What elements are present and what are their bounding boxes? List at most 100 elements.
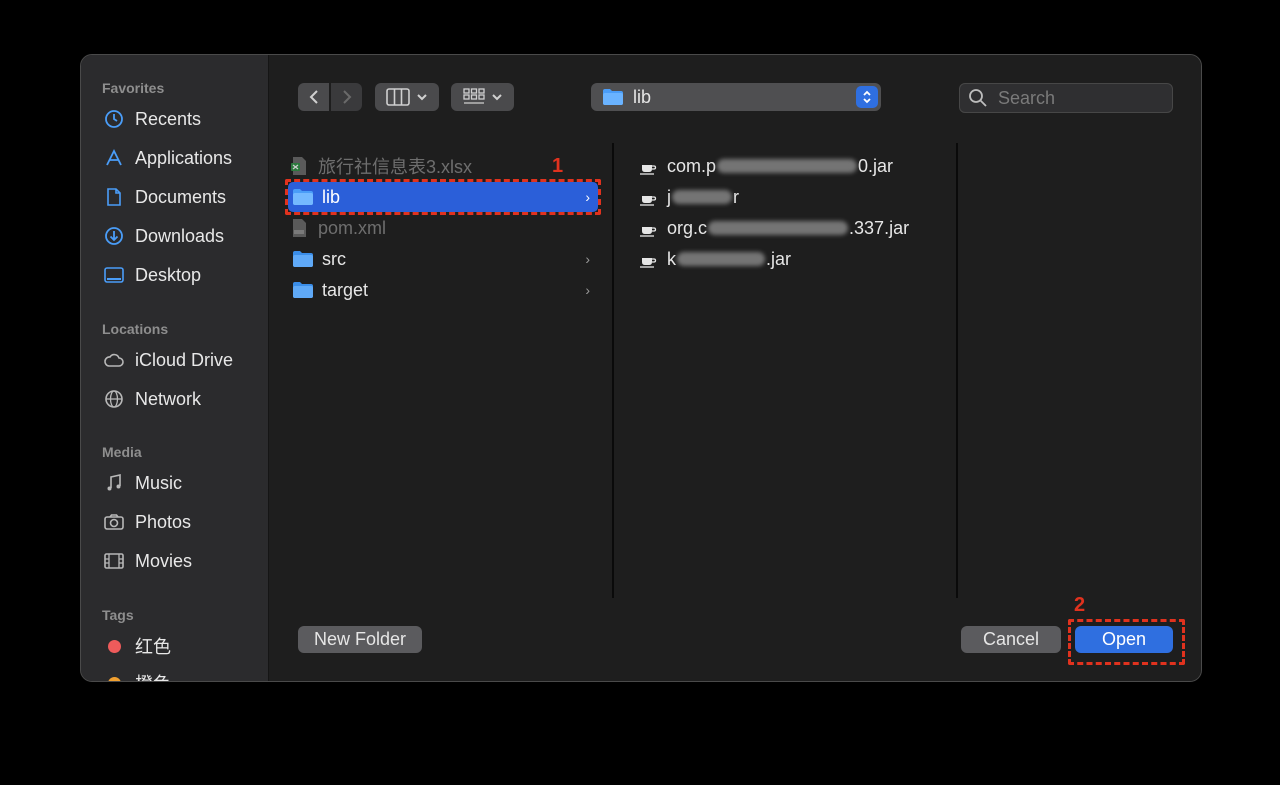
redacted-text: [708, 221, 849, 235]
tags-heading: Tags: [102, 607, 134, 623]
sidebar-item-label: Recents: [135, 108, 202, 129]
file-name-prefix: com.p: [667, 155, 717, 176]
java-cup-icon: [640, 196, 657, 206]
applications-icon: [106, 148, 122, 166]
sidebar-item-network[interactable]: Network: [103, 385, 201, 413]
file-name-prefix: org.c: [667, 217, 708, 238]
column-divider[interactable]: [612, 143, 614, 598]
column-divider[interactable]: [956, 143, 958, 598]
group-by-button[interactable]: [451, 83, 514, 111]
folder-icon: [293, 282, 313, 298]
chevron-right-icon: [342, 90, 351, 104]
sidebar-item-label: Music: [135, 472, 183, 493]
list-item[interactable]: com.p 0.jar: [637, 151, 937, 181]
sidebar-item-photos[interactable]: Photos: [103, 508, 191, 536]
sidebar-item-applications[interactable]: Applications: [103, 144, 232, 172]
tag-color-dot: [108, 676, 121, 681]
location-popup[interactable]: lib: [591, 83, 881, 111]
chevron-down-icon: [417, 94, 427, 101]
redacted-text: [672, 190, 732, 204]
folder-icon: [293, 189, 313, 205]
view-mode-button[interactable]: [375, 83, 439, 111]
java-cup-icon: [640, 165, 657, 175]
sidebar: Favorites Recents Applications Documents…: [81, 55, 269, 681]
sidebar-item-label: Downloads: [135, 225, 225, 246]
sidebar-item-icloud-drive[interactable]: iCloud Drive: [103, 346, 233, 374]
locations-heading: Locations: [102, 321, 169, 337]
sidebar-item-label: Movies: [135, 550, 193, 571]
sidebar-item-music[interactable]: Music: [103, 469, 182, 497]
sidebar-item-downloads[interactable]: Downloads: [103, 222, 224, 250]
folder-icon: [293, 251, 313, 267]
new-folder-button[interactable]: New Folder: [298, 626, 422, 653]
list-item[interactable]: pom.xml: [288, 213, 598, 243]
music-note-icon: [107, 474, 121, 491]
sidebar-item-recents[interactable]: Recents: [103, 105, 201, 133]
sidebar-tag-orange[interactable]: 橙色: [103, 669, 171, 681]
sidebar-item-desktop[interactable]: Desktop: [103, 261, 201, 289]
sidebar-item-documents[interactable]: Documents: [103, 183, 226, 211]
popup-stepper: [856, 86, 878, 108]
file-name-suffix: 0.jar: [858, 155, 894, 176]
camera-icon: [104, 514, 124, 530]
location-label: lib: [633, 86, 652, 107]
sidebar-item-label: Applications: [135, 147, 233, 168]
file-name: pom.xml: [318, 217, 387, 238]
chevron-right-icon: ›: [585, 189, 590, 205]
file-name: target: [322, 279, 369, 300]
list-item[interactable]: jr: [637, 182, 937, 212]
search-icon: [969, 89, 987, 107]
sidebar-item-label: iCloud Drive: [135, 349, 234, 370]
sidebar-item-label: Photos: [135, 511, 192, 532]
list-item[interactable]: k .jar: [637, 244, 937, 274]
up-down-chevron-icon: [863, 90, 871, 104]
java-cup-icon: [640, 227, 657, 237]
columns-view-icon: [386, 88, 410, 106]
document-icon: [107, 188, 121, 206]
sidebar-tag-red[interactable]: 红色: [103, 632, 171, 660]
file-browser: lib 旅行社信息表3.xlsx lib › pom.xml s: [269, 55, 1201, 681]
file-name: lib: [322, 186, 341, 207]
sidebar-item-label: Network: [135, 388, 202, 409]
sidebar-item-label: 橙色: [135, 670, 171, 681]
folder-icon: [603, 89, 623, 105]
film-icon: [104, 553, 124, 569]
favorites-heading: Favorites: [102, 80, 165, 96]
list-item[interactable]: target ›: [288, 275, 598, 305]
file-name-suffix: r: [733, 186, 739, 207]
forward-button[interactable]: [331, 83, 362, 111]
chevron-right-icon: ›: [585, 282, 590, 298]
file-name: 旅行社信息表3.xlsx: [318, 157, 473, 177]
annotation-number-2: 2: [1074, 594, 1086, 616]
file-name-suffix: .jar: [766, 248, 792, 269]
search-input[interactable]: [996, 86, 1160, 110]
media-heading: Media: [102, 444, 142, 460]
annotation-number-1: 1: [552, 155, 564, 177]
open-file-dialog: Favorites Recents Applications Documents…: [80, 54, 1202, 682]
search-field[interactable]: [959, 83, 1173, 113]
tag-color-dot: [108, 639, 121, 653]
excel-file-icon: [291, 157, 306, 175]
list-item[interactable]: src ›: [288, 244, 598, 274]
sidebar-item-label: Documents: [135, 186, 227, 207]
download-icon: [105, 227, 123, 245]
list-item[interactable]: org.c .337.jar: [637, 213, 937, 243]
file-name-prefix: k: [667, 248, 676, 269]
cloud-icon: [104, 353, 124, 367]
cancel-button[interactable]: Cancel: [961, 626, 1061, 653]
globe-icon: [105, 390, 123, 408]
sidebar-item-movies[interactable]: Movies: [103, 547, 192, 575]
clock-icon: [105, 110, 123, 128]
desktop-icon: [104, 267, 124, 283]
xml-file-icon: [293, 219, 306, 237]
back-button[interactable]: [298, 83, 329, 111]
list-item-selected[interactable]: lib ›: [288, 182, 598, 212]
file-name-suffix: .337.jar: [849, 217, 910, 238]
open-button[interactable]: Open: [1075, 626, 1173, 653]
chevron-right-icon: ›: [585, 251, 590, 267]
java-cup-icon: [640, 258, 657, 268]
file-name: src: [322, 248, 346, 269]
sidebar-item-label: Desktop: [135, 264, 202, 285]
redacted-text: [717, 159, 858, 173]
redacted-text: [677, 252, 765, 266]
